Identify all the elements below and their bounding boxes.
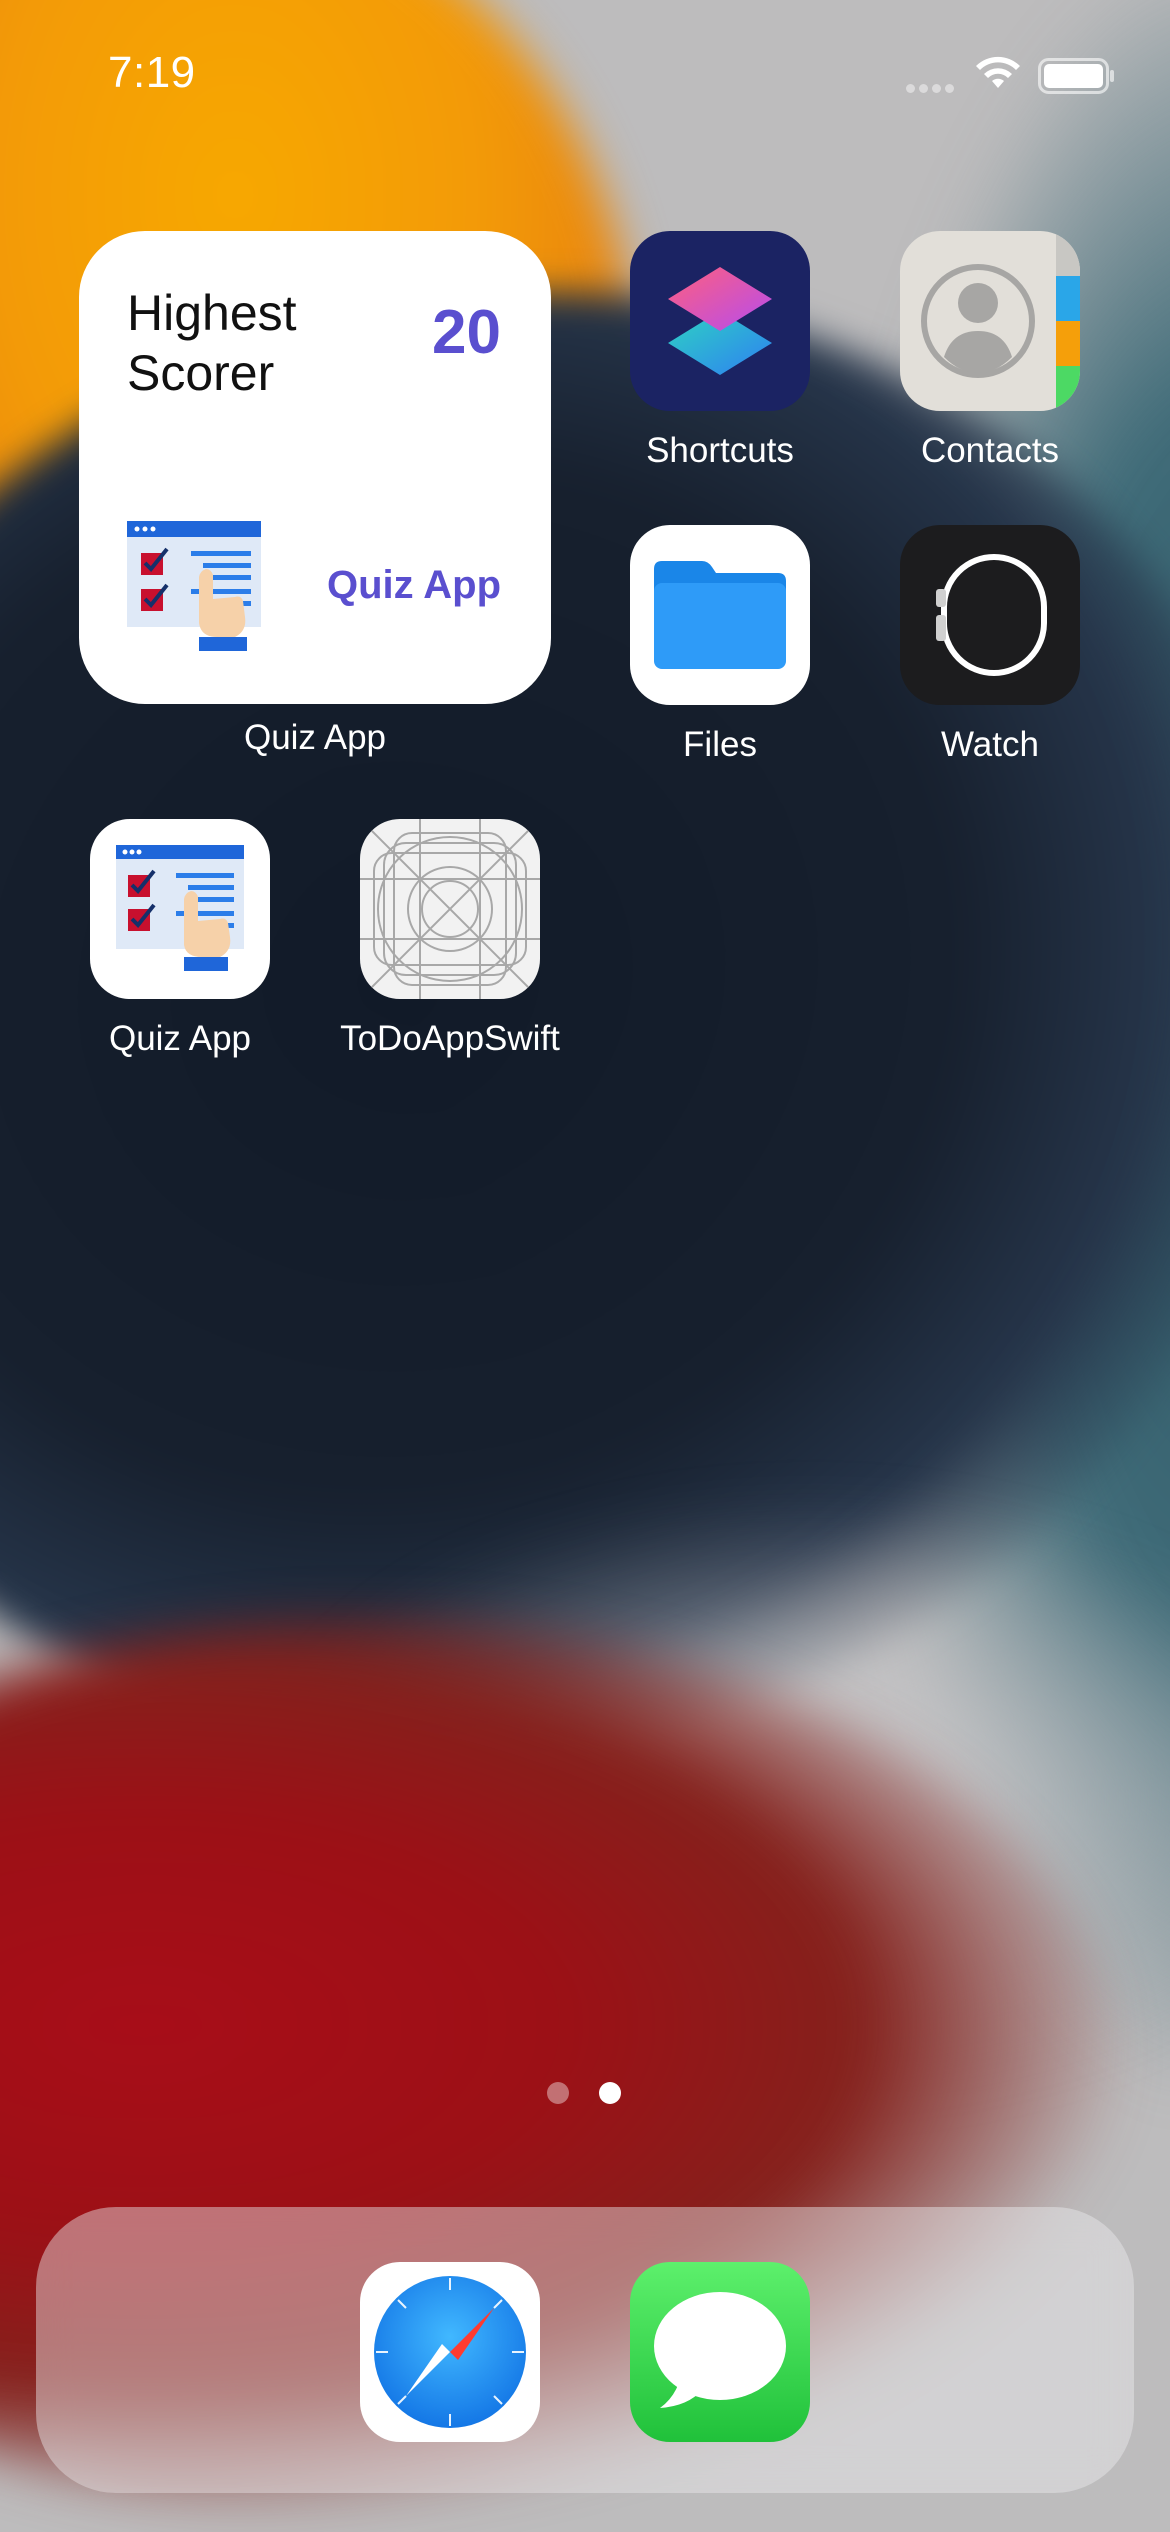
home-screen: 7:19 Highest Scorer 20 Quiz App Quiz App… — [0, 0, 1170, 2532]
app-watch[interactable]: Watch — [900, 525, 1080, 764]
cellular-signal-icon — [906, 80, 958, 98]
app-label: ToDoAppSwift — [340, 1019, 560, 1058]
page-dot-1[interactable] — [547, 2082, 569, 2104]
wifi-icon — [976, 56, 1020, 88]
app-files[interactable]: Files — [630, 525, 810, 764]
speech-bubble-icon — [654, 2292, 786, 2408]
dock-safari[interactable] — [360, 2262, 540, 2442]
app-label: Watch — [941, 725, 1039, 764]
page-dot-2[interactable] — [599, 2082, 621, 2104]
widget-score: 20 — [432, 298, 501, 367]
app-label: Quiz App — [108, 1019, 252, 1058]
quiz-app-widget[interactable]: Highest Scorer 20 Quiz App — [79, 231, 551, 704]
page-indicator[interactable] — [547, 2082, 651, 2109]
app-todoappswift[interactable]: ToDoAppSwift — [340, 819, 560, 1058]
app-label: Shortcuts — [646, 431, 794, 470]
quiz-checklist-icon — [90, 819, 270, 999]
shortcuts-icon — [630, 231, 810, 411]
app-quiz[interactable]: Quiz App — [90, 819, 270, 1058]
contacts-icon — [900, 231, 1080, 411]
widget-title: Highest Scorer — [127, 285, 297, 401]
app-shortcuts[interactable]: Shortcuts — [630, 231, 810, 470]
battery-icon — [1038, 58, 1114, 94]
wallpaper-light-shape — [260, 1500, 1170, 2100]
app-label: Contacts — [920, 431, 1060, 470]
widget-app-name: Quiz App — [326, 563, 501, 607]
status-time: 7:19 — [108, 48, 196, 97]
placeholder-grid-icon — [360, 819, 540, 999]
dock — [36, 2207, 1134, 2493]
app-label: Files — [683, 725, 757, 764]
status-bar: 7:19 — [0, 0, 1170, 150]
app-contacts[interactable]: Contacts — [900, 231, 1080, 470]
quiz-checklist-icon — [127, 521, 261, 651]
compass-icon — [374, 2276, 526, 2428]
watch-icon — [900, 525, 1080, 705]
widget-label: Quiz App — [243, 718, 387, 757]
folder-icon — [630, 525, 810, 705]
dock-messages[interactable] — [630, 2262, 810, 2442]
